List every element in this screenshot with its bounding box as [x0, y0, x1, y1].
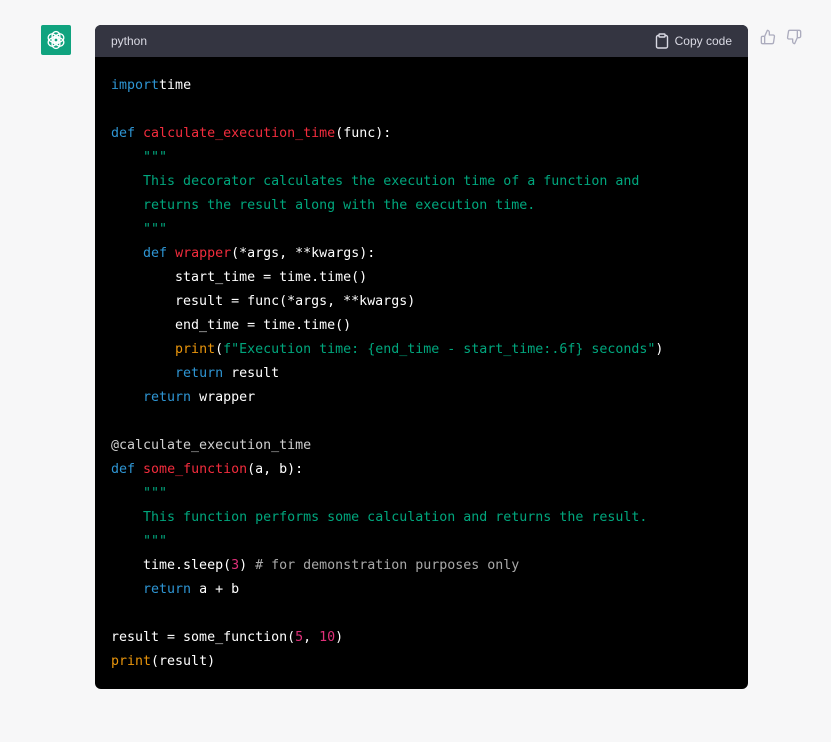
code-line: start_time = time.time() [111, 266, 732, 290]
code-token: This decorator calculates the execution … [143, 174, 640, 189]
code-line: """ [111, 146, 732, 170]
code-token: time.sleep( [111, 558, 232, 573]
code-token: print [111, 654, 152, 669]
code-token: a + b [191, 582, 240, 597]
assistant-avatar [41, 25, 71, 55]
code-token: time [159, 78, 192, 93]
code-token: def [111, 126, 136, 141]
code-token: calculate_execution_time [143, 126, 336, 141]
code-token: (result) [151, 654, 216, 669]
code-line: end_time = time.time() [111, 314, 732, 338]
code-block-header: python Copy code [95, 25, 748, 57]
code-line: def calculate_execution_time(func): [111, 122, 732, 146]
code-line: returns the result along with the execut… [111, 194, 732, 218]
code-token: @calculate_execution_time [111, 438, 312, 453]
code-block: python Copy code importtime def calculate… [95, 25, 748, 689]
code-token: """ [143, 150, 168, 165]
feedback-buttons [760, 29, 802, 45]
code-token: end_time = time.time() [111, 318, 352, 333]
code-token: some_function [143, 462, 248, 477]
thumbs-down-icon[interactable] [786, 29, 802, 45]
code-token: , [303, 630, 320, 645]
code-line: result = some_function(5, 10) [111, 626, 732, 650]
code-line: """ [111, 218, 732, 242]
code-token: f"Execution time: {end_time - start_time… [223, 342, 656, 357]
code-line: This function performs some calculation … [111, 506, 732, 530]
code-token: ) [239, 558, 256, 573]
code-token: This function performs some calculation … [143, 510, 648, 525]
code-token: 10 [319, 630, 336, 645]
code-line: def some_function(a, b): [111, 458, 732, 482]
code-token: start_time = time.time() [111, 270, 368, 285]
code-token: 5 [295, 630, 304, 645]
copy-code-button[interactable]: Copy code [655, 33, 732, 49]
code-line: result = func(*args, **kwargs) [111, 290, 732, 314]
code-line: return result [111, 362, 732, 386]
code-token: return [143, 390, 192, 405]
code-line: This decorator calculates the execution … [111, 170, 732, 194]
code-token: returns the result along with the execut… [143, 198, 536, 213]
code-line: time.sleep(3) # for demonstration purpos… [111, 554, 732, 578]
code-token: (func): [335, 126, 392, 141]
code-line: print(f"Execution time: {end_time - star… [111, 338, 732, 362]
code-line: """ [111, 530, 732, 554]
code-token: """ [143, 486, 168, 501]
code-content: importtime def calculate_execution_time(f… [95, 57, 748, 674]
code-token: wrapper [175, 246, 232, 261]
code-token: # for demonstration purposes only [255, 558, 520, 573]
code-line: importtime [111, 74, 732, 98]
code-line: def wrapper(*args, **kwargs): [111, 242, 732, 266]
code-token: result [223, 366, 280, 381]
code-token: return [143, 582, 192, 597]
code-token: return [175, 366, 224, 381]
code-token: wrapper [191, 390, 256, 405]
code-token: (a, b): [247, 462, 304, 477]
clipboard-icon [655, 33, 668, 49]
code-token: """ [143, 222, 168, 237]
code-token: result = some_function( [111, 630, 296, 645]
code-line: @calculate_execution_time [111, 434, 732, 458]
code-line: return wrapper [111, 386, 732, 410]
code-token: def [111, 462, 136, 477]
code-token: print [175, 342, 216, 357]
code-token: ( [215, 342, 224, 357]
code-token: ) [655, 342, 664, 357]
code-token: """ [143, 534, 168, 549]
code-token: ) [335, 630, 344, 645]
code-line: print(result) [111, 650, 732, 674]
openai-logo-icon [47, 30, 65, 50]
code-token: (*args, **kwargs): [231, 246, 376, 261]
code-token: 3 [231, 558, 240, 573]
code-line: """ [111, 482, 732, 506]
code-token: def [143, 246, 168, 261]
code-token: result = func(*args, **kwargs) [111, 294, 416, 309]
code-token: import [111, 78, 160, 93]
thumbs-up-icon[interactable] [760, 29, 776, 45]
copy-code-label: Copy code [674, 34, 732, 48]
code-language-label: python [111, 34, 148, 48]
code-line: return a + b [111, 578, 732, 602]
